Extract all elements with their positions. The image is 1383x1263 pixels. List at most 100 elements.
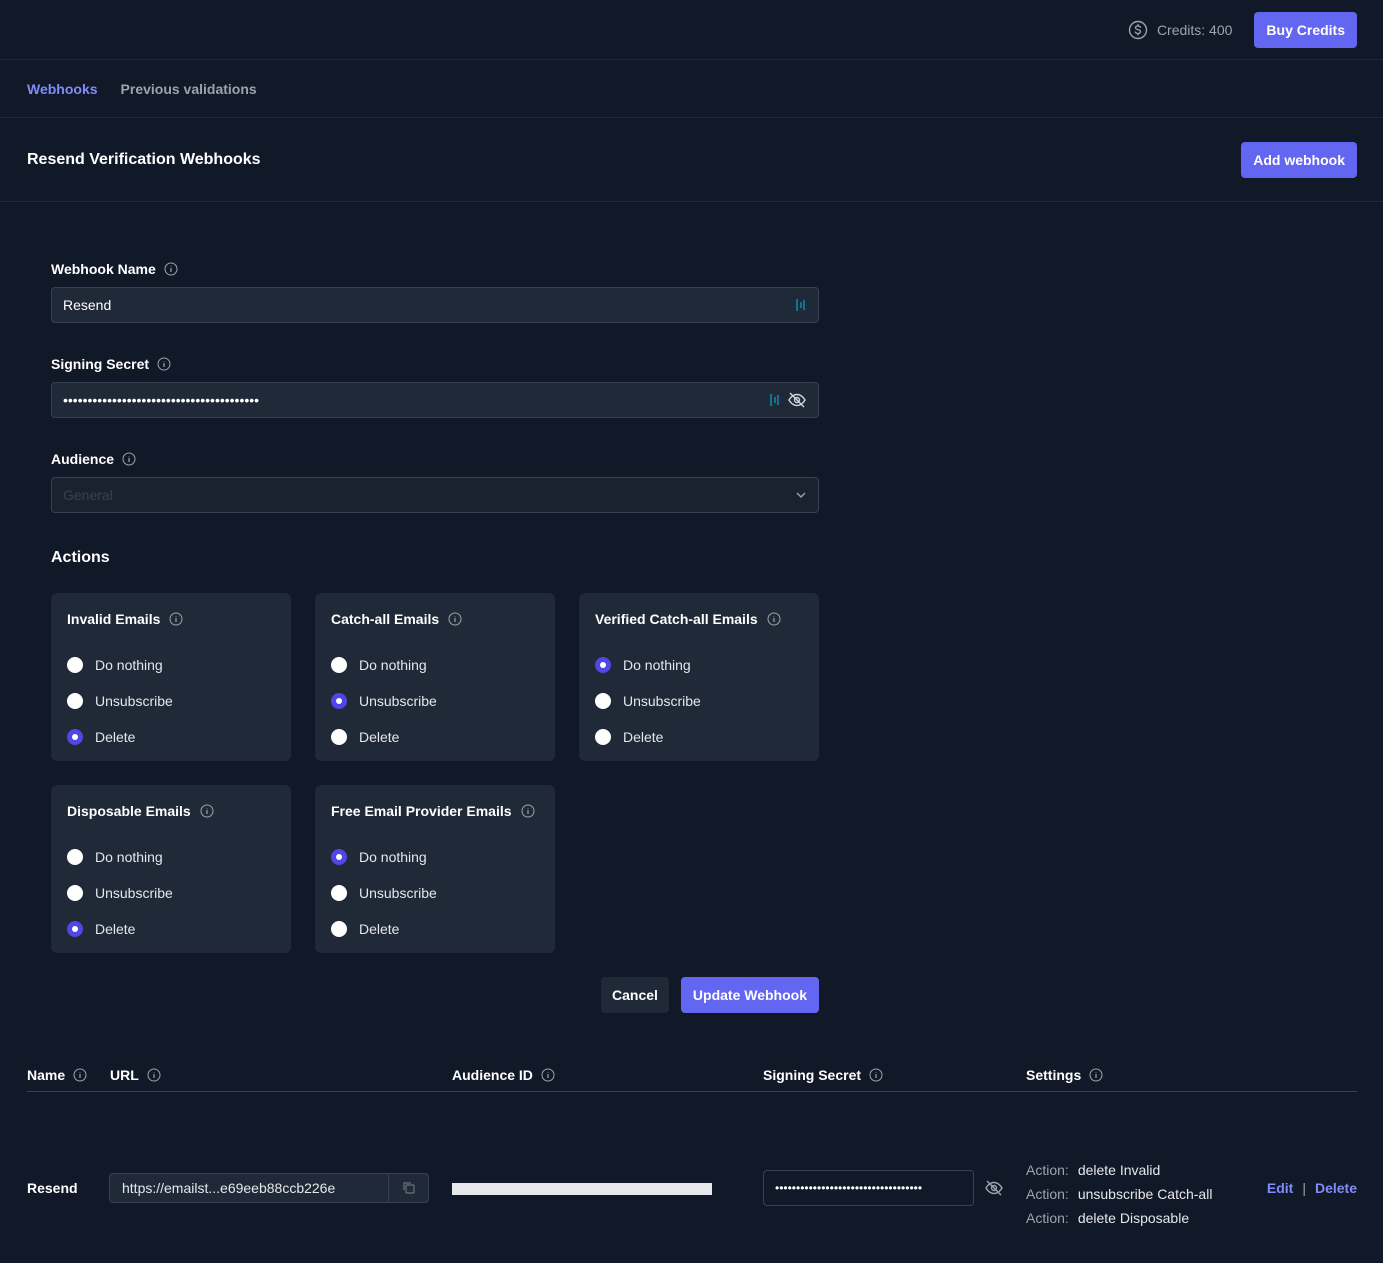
webhook-name-field: Webhook Name Resend xyxy=(51,258,819,323)
radio-option[interactable]: Unsubscribe xyxy=(331,683,539,719)
column-url-label: URL xyxy=(110,1066,139,1083)
eye-off-icon[interactable] xyxy=(787,390,807,410)
settings-key: Action: xyxy=(1026,1162,1069,1178)
settings-value: delete Invalid xyxy=(1077,1162,1161,1178)
radio-button[interactable] xyxy=(595,657,611,673)
add-webhook-button[interactable]: Add webhook xyxy=(1241,141,1357,178)
radio-button[interactable] xyxy=(331,921,347,937)
radio-option[interactable]: Delete xyxy=(595,719,803,755)
radio-option[interactable]: Delete xyxy=(67,911,275,947)
url-value: https://emailst...e69eeb88ccb226e xyxy=(122,1180,336,1196)
audience-select[interactable]: General xyxy=(51,477,819,513)
info-icon[interactable] xyxy=(147,1068,161,1082)
settings-value: delete Disposable xyxy=(1077,1210,1190,1226)
audience-placeholder: General xyxy=(63,487,113,503)
info-icon[interactable] xyxy=(448,612,462,626)
buy-credits-button[interactable]: Buy Credits xyxy=(1254,11,1357,48)
radio-option[interactable]: Do nothing xyxy=(67,839,275,875)
credits-display: Credits: 400 xyxy=(1128,20,1232,40)
table-header: Name URL Audience ID Signing Secret Sett… xyxy=(27,1058,1357,1092)
row-secret-field[interactable]: ••••••••••••••••••••••••••••••••••• xyxy=(763,1170,974,1206)
column-audience-label: Audience ID xyxy=(452,1066,533,1083)
action-card-title: Catch-all Emails xyxy=(331,611,440,627)
radio-option[interactable]: Do nothing xyxy=(595,647,803,683)
radio-label: Unsubscribe xyxy=(95,885,173,901)
cancel-button[interactable]: Cancel xyxy=(601,977,669,1013)
radio-option[interactable]: Delete xyxy=(67,719,275,755)
webhook-name-input[interactable]: Resend xyxy=(51,287,819,323)
column-name: Name xyxy=(27,1067,87,1083)
info-icon[interactable] xyxy=(541,1068,555,1082)
row-actions: Edit | Delete xyxy=(1267,1180,1357,1196)
edit-link[interactable]: Edit xyxy=(1267,1180,1293,1196)
tab-webhooks[interactable]: Webhooks xyxy=(27,81,98,97)
settings-key: Action: xyxy=(1026,1186,1069,1202)
action-card: Disposable Emails Do nothing Unsubscribe De… xyxy=(51,785,291,953)
radio-button[interactable] xyxy=(67,849,83,865)
radio-label: Do nothing xyxy=(95,849,163,865)
info-icon[interactable] xyxy=(1089,1068,1103,1082)
info-icon[interactable] xyxy=(157,357,171,371)
radio-button[interactable] xyxy=(331,729,347,745)
password-manager-icon[interactable] xyxy=(795,297,807,313)
signing-secret-input[interactable]: •••••••••••••••••••••••••••••••••••••••• xyxy=(51,382,819,418)
info-icon[interactable] xyxy=(164,262,178,276)
radio-option[interactable]: Delete xyxy=(331,911,539,947)
delete-link[interactable]: Delete xyxy=(1315,1180,1357,1196)
radio-label: Do nothing xyxy=(359,657,427,673)
form-buttons: Cancel Update Webhook xyxy=(51,977,819,1013)
radio-button[interactable] xyxy=(331,885,347,901)
column-audience-id: Audience ID xyxy=(452,1067,555,1083)
signing-secret-label: Signing Secret xyxy=(51,356,150,372)
radio-label: Delete xyxy=(95,729,136,745)
radio-option[interactable]: Unsubscribe xyxy=(67,875,275,911)
radio-button[interactable] xyxy=(67,693,83,709)
radio-button[interactable] xyxy=(595,693,611,709)
radio-label: Unsubscribe xyxy=(95,693,173,709)
password-manager-icon[interactable] xyxy=(769,392,781,408)
action-card-title: Verified Catch-all Emails xyxy=(595,611,758,627)
column-name-label: Name xyxy=(27,1066,66,1083)
info-icon[interactable] xyxy=(200,804,214,818)
info-icon[interactable] xyxy=(73,1068,87,1082)
update-webhook-button[interactable]: Update Webhook xyxy=(680,977,819,1013)
radio-option[interactable]: Unsubscribe xyxy=(67,683,275,719)
copy-icon xyxy=(402,1182,415,1194)
radio-button[interactable] xyxy=(595,729,611,745)
column-settings-label: Settings xyxy=(1026,1066,1082,1083)
signing-secret-value: •••••••••••••••••••••••••••••••••••••••• xyxy=(63,392,260,408)
page-title: Resend Verification Webhooks xyxy=(27,150,261,168)
radio-option[interactable]: Delete xyxy=(331,719,539,755)
radio-button[interactable] xyxy=(331,849,347,865)
radio-option[interactable]: Do nothing xyxy=(331,839,539,875)
radio-button[interactable] xyxy=(331,693,347,709)
url-field[interactable]: https://emailst...e69eeb88ccb226e xyxy=(109,1173,429,1203)
radio-option[interactable]: Unsubscribe xyxy=(331,875,539,911)
info-icon[interactable] xyxy=(869,1068,883,1082)
radio-button[interactable] xyxy=(67,729,83,745)
info-icon[interactable] xyxy=(767,612,781,626)
eye-off-icon[interactable] xyxy=(984,1178,1004,1198)
radio-button[interactable] xyxy=(67,885,83,901)
info-icon[interactable] xyxy=(169,612,183,626)
radio-button[interactable] xyxy=(67,657,83,673)
radio-option[interactable]: Do nothing xyxy=(331,647,539,683)
radio-label: Delete xyxy=(359,729,400,745)
settings-key: Action: xyxy=(1026,1210,1069,1226)
audience-field: Audience General xyxy=(51,448,819,513)
action-card: Invalid Emails Do nothing Unsubscribe Delet… xyxy=(51,593,291,761)
radio-button[interactable] xyxy=(67,921,83,937)
info-icon[interactable] xyxy=(122,452,136,466)
column-signing-secret: Signing Secret xyxy=(763,1067,883,1083)
table-row: Resend https://emailst...e69eeb88ccb226e… xyxy=(27,1092,1357,1252)
copy-url-button[interactable] xyxy=(388,1174,428,1202)
radio-option[interactable]: Do nothing xyxy=(67,647,275,683)
tab-previous-validations[interactable]: Previous validations xyxy=(121,81,257,97)
radio-label: Unsubscribe xyxy=(623,693,701,709)
info-icon[interactable] xyxy=(521,804,535,818)
radio-button[interactable] xyxy=(331,657,347,673)
actions-heading: Actions xyxy=(51,549,110,566)
radio-label: Unsubscribe xyxy=(359,885,437,901)
radio-option[interactable]: Unsubscribe xyxy=(595,683,803,719)
radio-label: Delete xyxy=(95,921,136,937)
